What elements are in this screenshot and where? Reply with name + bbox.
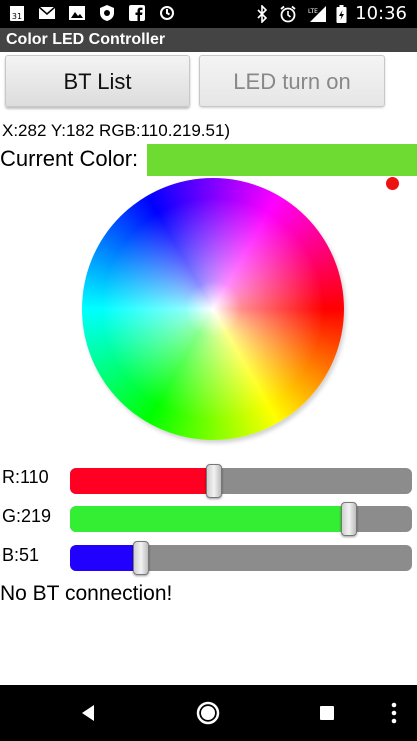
navigation-bar bbox=[0, 685, 417, 741]
status-bar: 31 LTE 10:36 bbox=[0, 0, 417, 28]
more-options-icon[interactable] bbox=[380, 699, 408, 727]
red-slider-thumb[interactable] bbox=[206, 464, 223, 498]
bt-list-button[interactable]: BT List bbox=[5, 55, 190, 107]
blue-slider-thumb[interactable] bbox=[133, 541, 150, 575]
color-wheel[interactable] bbox=[82, 178, 344, 440]
color-indicator-dot bbox=[386, 177, 399, 190]
red-value-label: R:110 bbox=[2, 467, 49, 487]
network-type: LTE bbox=[308, 8, 318, 15]
red-slider-fill bbox=[70, 468, 217, 494]
blue-slider-track[interactable] bbox=[70, 545, 412, 571]
current-color-swatch bbox=[147, 144, 417, 176]
blue-value-label: B:51 bbox=[2, 545, 40, 565]
red-slider-track[interactable] bbox=[70, 468, 412, 494]
clock-time: 10:36 bbox=[355, 3, 407, 24]
green-value-label: G:219 bbox=[2, 506, 52, 526]
battery-charging-icon bbox=[335, 4, 347, 23]
current-color-label: Current Color: bbox=[0, 146, 139, 171]
recents-icon[interactable] bbox=[313, 699, 341, 727]
led-turn-on-button[interactable]: LED turn on bbox=[199, 55, 385, 107]
back-icon[interactable] bbox=[74, 699, 102, 727]
shield-icon bbox=[98, 4, 116, 22]
app-title-bar: Color LED Controller bbox=[0, 28, 417, 52]
email-icon bbox=[38, 4, 56, 22]
color-wheel-gradient[interactable] bbox=[82, 178, 344, 440]
bluetooth-icon bbox=[253, 4, 271, 23]
calendar-day: 31 bbox=[12, 12, 22, 21]
sync-icon bbox=[158, 4, 176, 22]
image-icon bbox=[68, 4, 86, 22]
green-slider-fill bbox=[70, 506, 352, 532]
system-icons: LTE 10:36 bbox=[253, 3, 407, 24]
notification-icons: 31 bbox=[8, 4, 176, 22]
home-icon[interactable] bbox=[194, 699, 222, 727]
coordinate-readout: X:282 Y:182 RGB:110.219.51) bbox=[2, 121, 231, 140]
calendar-icon: 31 bbox=[8, 4, 26, 22]
facebook-icon bbox=[128, 4, 146, 22]
green-slider-thumb[interactable] bbox=[341, 502, 358, 536]
connection-status-message: No BT connection! bbox=[0, 582, 173, 605]
app-title: Color LED Controller bbox=[6, 31, 166, 48]
green-slider-track[interactable] bbox=[70, 506, 412, 532]
alarm-icon bbox=[279, 5, 297, 23]
signal-lte-icon: LTE bbox=[305, 5, 327, 23]
